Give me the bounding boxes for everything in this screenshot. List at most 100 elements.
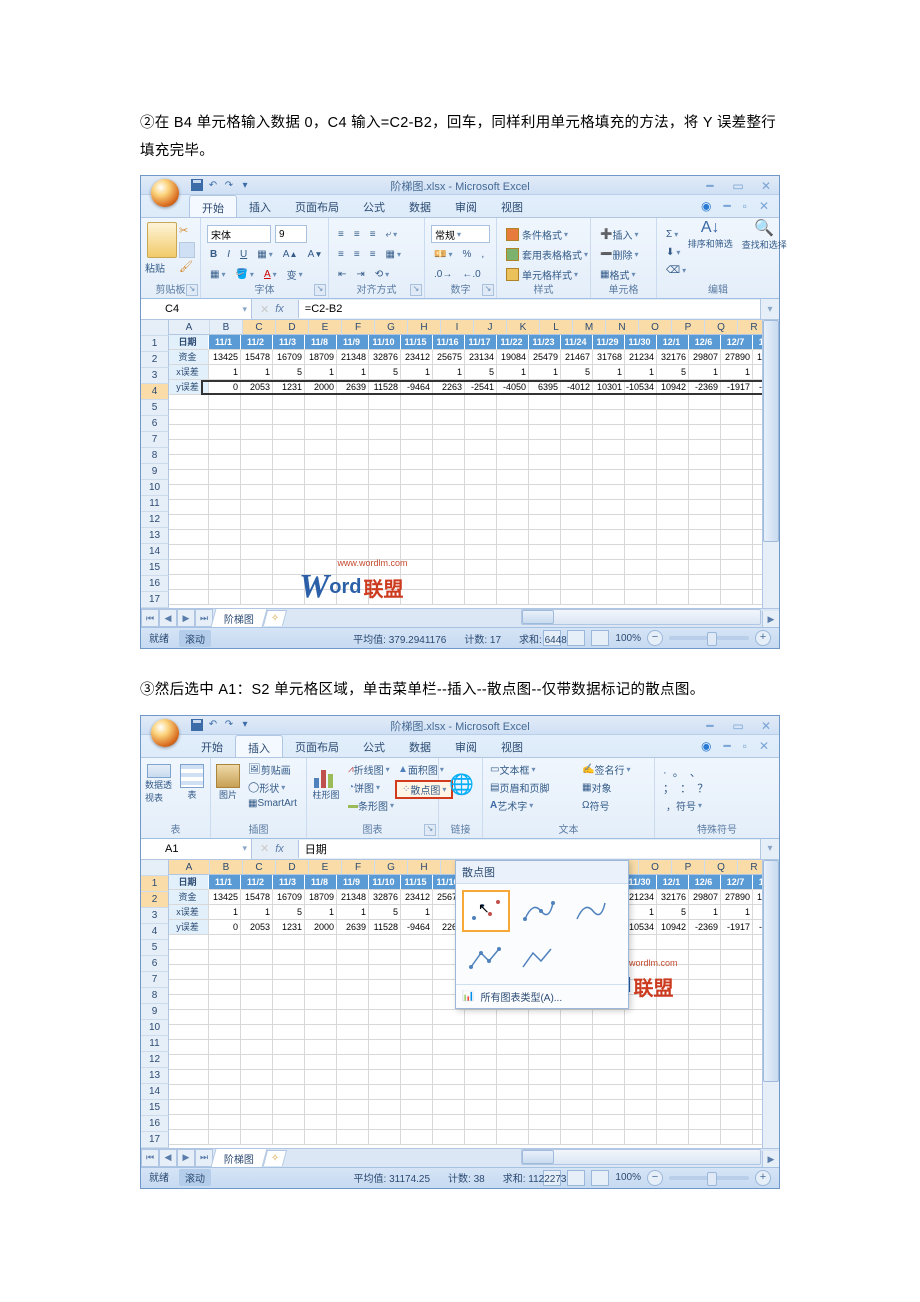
data-cell[interactable]: 资金 [169, 350, 209, 365]
data-cell[interactable]: 11/1 [209, 875, 241, 890]
data-cell[interactable]: 11/2 [241, 335, 273, 350]
column-chart-button[interactable]: 柱形图 [311, 764, 341, 810]
data-cell[interactable] [273, 500, 305, 515]
col-header[interactable]: A [169, 860, 210, 875]
row-header[interactable]: 10 [141, 1020, 169, 1036]
tab-data[interactable]: 数据 [397, 735, 443, 757]
data-cell[interactable] [465, 575, 497, 590]
data-cell[interactable] [401, 395, 433, 410]
percent-button[interactable]: % [459, 249, 474, 260]
data-cell[interactable] [169, 1115, 209, 1130]
data-cell[interactable]: -9464 [401, 920, 433, 935]
indent-dec-icon[interactable]: ⇤ [335, 269, 349, 280]
data-cell[interactable] [273, 560, 305, 575]
row-header[interactable]: 3 [141, 368, 169, 384]
data-cell[interactable] [305, 590, 337, 605]
data-cell[interactable] [273, 575, 305, 590]
data-cell[interactable] [169, 1070, 209, 1085]
data-cell[interactable] [369, 545, 401, 560]
insert-cells-button[interactable]: ➕插入 [597, 227, 641, 242]
data-cell[interactable] [273, 455, 305, 470]
data-cell[interactable] [497, 1115, 529, 1130]
data-cell[interactable] [561, 440, 593, 455]
data-cell[interactable] [305, 440, 337, 455]
data-cell[interactable] [337, 410, 369, 425]
data-cell[interactable] [369, 425, 401, 440]
data-cell[interactable]: -10534 [625, 380, 657, 395]
data-cell[interactable] [721, 1130, 753, 1145]
data-cell[interactable]: 0 [209, 920, 241, 935]
data-cell[interactable] [657, 965, 689, 980]
data-cell[interactable] [169, 530, 209, 545]
data-cell[interactable]: 11/16 [433, 335, 465, 350]
fontsize-combo[interactable]: 9 [275, 225, 307, 243]
data-cell[interactable] [433, 1025, 465, 1040]
data-cell[interactable] [753, 1100, 762, 1115]
data-cell[interactable] [305, 1115, 337, 1130]
data-cell[interactable]: 21234 [625, 890, 657, 905]
data-cell[interactable] [497, 1100, 529, 1115]
data-cell[interactable] [657, 545, 689, 560]
data-cell[interactable] [689, 1115, 721, 1130]
data-cell[interactable] [465, 1040, 497, 1055]
data-cell[interactable] [529, 470, 561, 485]
data-cell[interactable] [561, 410, 593, 425]
save-icon[interactable] [191, 719, 203, 731]
font-color-button[interactable]: A [261, 269, 280, 280]
indent-inc-icon[interactable]: ⇥ [353, 269, 367, 280]
data-cell[interactable] [465, 500, 497, 515]
underline-button[interactable]: U [237, 249, 250, 260]
data-cell[interactable] [209, 440, 241, 455]
data-cell[interactable] [529, 545, 561, 560]
data-cell[interactable]: 11528 [369, 920, 401, 935]
data-cell[interactable] [369, 1025, 401, 1040]
fx-icon[interactable]: fx [275, 843, 284, 855]
data-cell[interactable] [625, 1130, 657, 1145]
data-cell[interactable] [465, 560, 497, 575]
data-cell[interactable] [337, 590, 369, 605]
data-cell[interactable] [305, 950, 337, 965]
data-cell[interactable] [657, 530, 689, 545]
data-cell[interactable] [689, 1055, 721, 1070]
data-cell[interactable] [305, 545, 337, 560]
data-cell[interactable]: 16709 [273, 890, 305, 905]
data-cell[interactable] [169, 470, 209, 485]
data-cell[interactable]: y误差 [169, 380, 209, 395]
save-icon[interactable] [191, 179, 203, 191]
data-cell[interactable] [753, 545, 762, 560]
data-cell[interactable] [337, 1100, 369, 1115]
grow-font-icon[interactable]: A▲ [280, 249, 301, 260]
border-button[interactable]: ▦ [254, 249, 275, 260]
data-cell[interactable] [625, 1085, 657, 1100]
data-cell[interactable]: 11/22 [497, 335, 529, 350]
data-cell[interactable] [433, 425, 465, 440]
data-cell[interactable] [753, 950, 762, 965]
data-cell[interactable] [337, 485, 369, 500]
data-cell[interactable] [657, 575, 689, 590]
accounting-button[interactable]: 💴 [431, 249, 455, 260]
data-cell[interactable]: 11/30 [625, 875, 657, 890]
cond-format-button[interactable]: 条件格式 [503, 227, 571, 242]
row-header[interactable]: 9 [141, 464, 169, 480]
data-cell[interactable] [721, 1025, 753, 1040]
data-cell[interactable] [369, 530, 401, 545]
col-header[interactable]: B [210, 860, 243, 875]
data-cell[interactable]: 1 [401, 905, 433, 920]
data-cell[interactable] [753, 410, 762, 425]
data-cell[interactable] [369, 470, 401, 485]
data-cell[interactable]: 1 [593, 365, 625, 380]
data-cell[interactable]: 11/8 [305, 875, 337, 890]
data-cell[interactable]: 21348 [337, 350, 369, 365]
data-cell[interactable] [241, 425, 273, 440]
data-cell[interactable] [401, 1100, 433, 1115]
data-cell[interactable] [369, 395, 401, 410]
format-painter-icon[interactable]: 🖌 [179, 260, 193, 273]
data-cell[interactable] [657, 1025, 689, 1040]
data-cell[interactable] [305, 1055, 337, 1070]
data-cell[interactable]: 1 [337, 905, 369, 920]
data-cell[interactable] [209, 1055, 241, 1070]
data-cell[interactable] [465, 1085, 497, 1100]
data-cell[interactable]: 12/7 [721, 335, 753, 350]
sheet-tab-active[interactable]: 阶梯图 [210, 608, 267, 628]
find-select-button[interactable]: 🔍查找和选择 [739, 214, 789, 254]
